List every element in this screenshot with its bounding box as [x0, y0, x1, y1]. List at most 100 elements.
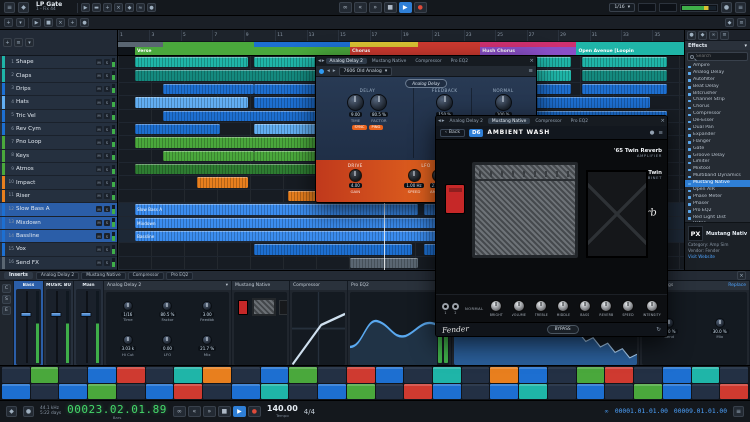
mixer-channel[interactable] [174, 367, 203, 383]
tempo-display[interactable]: 140.00 Tempo [267, 405, 298, 419]
mute-button[interactable]: M [96, 206, 102, 213]
mixer-channel[interactable] [289, 383, 318, 399]
mixer-channel[interactable] [2, 383, 30, 399]
amp-knob[interactable] [645, 300, 658, 312]
mute-button[interactable]: M [96, 152, 102, 159]
mute-button[interactable]: M [96, 179, 102, 186]
mute-button[interactable]: M [96, 192, 102, 199]
channel-mode-s[interactable]: S [2, 295, 11, 304]
solo-button[interactable]: S [104, 85, 110, 92]
plugin-tab[interactable]: Pro EQ2 [447, 58, 472, 64]
mixer-channel[interactable] [691, 383, 720, 399]
loop-end[interactable]: 00009.01.01.00 [674, 408, 727, 415]
mixer-channel[interactable] [88, 383, 116, 399]
knob[interactable] [202, 335, 213, 346]
bypass-button[interactable]: BYPASS [546, 325, 579, 334]
audio-clip[interactable] [197, 177, 249, 188]
browser-item[interactable]: Groove Delay [685, 153, 750, 160]
mixer-channel[interactable] [461, 383, 490, 399]
timeline-ruler[interactable]: 1 3 5 7 9 11 13 15 17 19 21 23 25 27 29 31 33 35 [118, 30, 684, 42]
rec-button[interactable]: ● [247, 406, 261, 417]
inserts-tab[interactable]: Inserts [4, 272, 33, 279]
track-header[interactable]: 7 Pno Loop M S [0, 136, 117, 150]
knob[interactable] [162, 300, 173, 311]
play-button[interactable]: ▶ [232, 406, 246, 417]
channel-mode-e[interactable]: E [2, 306, 11, 315]
browser-item[interactable]: Expander [685, 132, 750, 139]
track-header[interactable]: 16 Send FX M S [0, 256, 117, 270]
channel-fader[interactable] [16, 289, 41, 366]
solo-button[interactable]: S [104, 72, 110, 79]
track-list-menu-icon[interactable]: ≡ [14, 38, 23, 47]
mute-button[interactable]: M [96, 126, 102, 133]
preset-select[interactable]: 7606 Old Analog ▾ [338, 66, 393, 76]
add-track-icon[interactable]: + [3, 38, 12, 47]
split-tool-icon[interactable]: × [56, 18, 65, 27]
mixer-channel[interactable] [346, 383, 375, 399]
browser-item[interactable]: Mixtool [685, 166, 750, 173]
plugin-tab[interactable]: Mustang Native [368, 58, 410, 64]
edit-tool-icon-6[interactable]: ● [147, 3, 156, 12]
browser-item[interactable]: Rotor [685, 221, 750, 222]
files-tab-icon[interactable]: ≡ [720, 30, 729, 40]
channel-mode-c[interactable]: C [2, 284, 11, 293]
solo-button[interactable]: S [104, 112, 110, 119]
toggle-chip[interactable]: SYNC [352, 124, 367, 130]
marker[interactable]: Hush Chorus [480, 47, 577, 55]
amp-knob[interactable] [512, 300, 525, 312]
browser-item[interactable]: Dual Pan [685, 125, 750, 132]
mute-button[interactable]: M [96, 72, 102, 79]
solo-button[interactable]: S [104, 59, 110, 66]
mute-button[interactable]: M [96, 246, 102, 253]
performance-icon[interactable]: ≡ [733, 406, 744, 417]
solo-button[interactable]: S [104, 219, 110, 226]
mute-button[interactable]: M [96, 166, 102, 173]
mixer-channel[interactable] [634, 383, 662, 399]
mixer-channel[interactable] [375, 367, 404, 383]
solo-button[interactable]: S [104, 126, 110, 133]
input-jack[interactable] [442, 302, 449, 310]
marker[interactable]: Open Avenue [Loopin [576, 47, 684, 55]
mixer-channel[interactable] [289, 367, 318, 383]
mixer-channel[interactable] [691, 367, 720, 383]
mustang-native-window[interactable]: ◂ ▸ Analog Delay 2 Mustang Native Compress… [435, 115, 668, 337]
marker[interactable]: Verse [134, 47, 351, 55]
mixer-channel[interactable] [404, 367, 433, 383]
browser-item[interactable]: Red Light Dist [685, 215, 750, 222]
audio-clip[interactable] [134, 123, 220, 135]
audio-clip[interactable] [134, 70, 345, 81]
channel-fader[interactable] [76, 289, 101, 366]
mixer-channel[interactable] [145, 383, 174, 399]
loop-icon[interactable]: ∞ [604, 409, 609, 415]
mixer-channel[interactable] [576, 367, 605, 383]
insert-chip[interactable]: Analog Delay 2 [35, 271, 80, 280]
amp-knob[interactable] [490, 300, 503, 312]
knob[interactable] [407, 169, 421, 182]
solo-button[interactable]: S [104, 152, 110, 159]
knob[interactable] [370, 94, 388, 111]
input-jack[interactable] [452, 302, 459, 310]
settings-icon[interactable]: ◆ [18, 2, 29, 13]
instruments-tab-icon[interactable]: ● [687, 30, 696, 40]
mixer-channel[interactable] [88, 367, 116, 383]
audio-clip[interactable] [163, 150, 254, 161]
right-icon[interactable]: ▸ [322, 58, 325, 64]
mute-button[interactable]: M [96, 233, 102, 240]
edit-tool-icon-3[interactable]: × [114, 3, 123, 12]
left-icon[interactable]: ◂ [438, 118, 441, 124]
mute-button[interactable]: M [96, 139, 102, 146]
audio-clip[interactable] [134, 164, 345, 175]
mixer-channel[interactable] [605, 383, 634, 399]
knob[interactable] [436, 94, 454, 111]
knob[interactable] [202, 300, 213, 311]
audio-clip[interactable] [582, 70, 667, 81]
browser-search[interactable] [687, 52, 748, 61]
replace-icon[interactable]: ↻ [656, 327, 661, 333]
amplifier-image[interactable] [472, 162, 578, 258]
mute-button[interactable]: M [96, 219, 102, 226]
menu-icon[interactable]: ≡ [528, 68, 533, 74]
solo-button[interactable]: S [104, 179, 110, 186]
mixer-channel[interactable] [260, 383, 289, 399]
mixer-channel[interactable] [404, 383, 433, 399]
track-header[interactable]: 12 Slow Bass A MS [0, 203, 117, 217]
